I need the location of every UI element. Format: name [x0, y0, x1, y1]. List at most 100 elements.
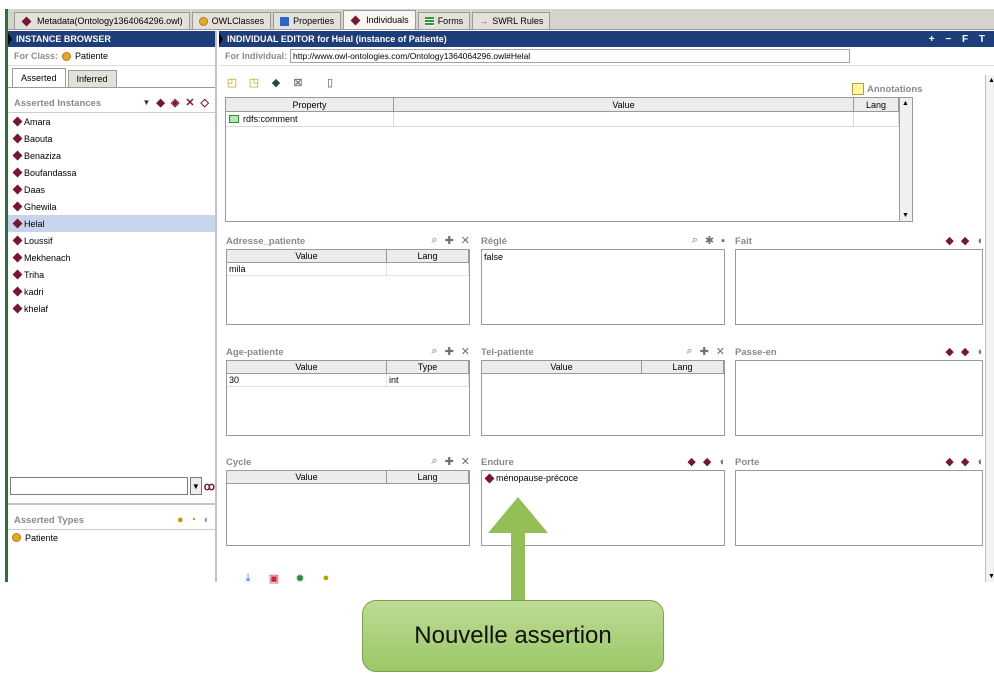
widget-table[interactable]: Value Lang mila	[226, 249, 470, 325]
list-item[interactable]: Amara	[8, 113, 215, 130]
list-item[interactable]: Daas	[8, 181, 215, 198]
remove-instance-icon[interactable]: ◖	[976, 346, 983, 358]
remove-icon[interactable]: ✕	[461, 234, 470, 247]
tab-forms[interactable]: Forms	[417, 12, 471, 29]
annotation-lang-cell[interactable]	[854, 112, 899, 126]
list-item[interactable]: kadri	[8, 283, 215, 300]
remove-icon[interactable]: ✕	[461, 455, 470, 468]
list-item[interactable]: Patiente	[8, 530, 215, 545]
search-icon[interactable]: ⌕	[692, 234, 698, 247]
import-icon[interactable]: ⤓	[241, 571, 255, 585]
remove-icon[interactable]: ✕	[716, 345, 725, 358]
widget-title: Passe-en	[735, 347, 777, 358]
tab-swrl-rules[interactable]: → SWRL Rules	[472, 12, 551, 29]
tab-individuals[interactable]: Individuals	[343, 10, 416, 29]
edit-resource-icon[interactable]: ◳	[247, 75, 261, 89]
search-icon[interactable]: ⌕	[431, 345, 437, 358]
tab-owlclasses[interactable]: OWLClasses	[191, 12, 272, 29]
copy-instance-icon[interactable]: ◈	[171, 96, 179, 109]
scroll-up-icon[interactable]: ▲	[986, 75, 994, 86]
annotations-scrollbar[interactable]: ▲ ▼	[899, 98, 912, 221]
create-instance-icon[interactable]: ◆	[945, 234, 953, 247]
delete-instance-icon[interactable]: ✕	[185, 96, 194, 109]
annotation-property: rdfs:comment	[243, 114, 298, 124]
widget-table[interactable]: Value Lang	[481, 360, 725, 436]
table-row[interactable]: rdfs:comment	[226, 112, 912, 127]
tab-metadata[interactable]: Metadata(Ontology1364064296.owl)	[14, 12, 190, 29]
filter-dropdown-icon[interactable]: ▼	[189, 477, 202, 495]
list-item[interactable]: Boufandassa	[8, 164, 215, 181]
widget-table[interactable]: Value Lang	[226, 470, 470, 546]
remove-icon[interactable]: ✕	[461, 345, 470, 358]
list-item[interactable]: Mekhenach	[8, 249, 215, 266]
widget-list[interactable]	[735, 470, 983, 546]
add-instance-icon[interactable]: ◆	[961, 345, 969, 358]
remove-type-icon[interactable]: ◖	[202, 514, 209, 526]
tab-inferred[interactable]: Inferred	[67, 70, 117, 87]
scroll-up-icon[interactable]: ▲	[900, 98, 911, 109]
list-item[interactable]: Triha	[8, 266, 215, 283]
add-icon[interactable]: ✚	[445, 234, 454, 247]
remove-icon[interactable]: ▪	[721, 235, 725, 247]
list-item[interactable]: Loussif	[8, 232, 215, 249]
add-icon[interactable]: ✚	[445, 455, 454, 468]
widget-list[interactable]	[735, 360, 983, 436]
remove-instance-icon[interactable]: ◖	[976, 235, 983, 247]
widget-text-area[interactable]: false	[481, 249, 725, 325]
delete-value-icon[interactable]: ⊠	[291, 75, 305, 89]
close-icon[interactable]: ✱	[705, 234, 714, 247]
individual-url-field[interactable]: http://www.owl-ontologies.com/Ontology13…	[290, 49, 850, 63]
class-edit-icon[interactable]: ●	[319, 571, 333, 585]
list-item[interactable]: Baouta	[8, 130, 215, 147]
widget-table[interactable]: Value Type 30 int	[226, 360, 470, 436]
instance-filter-input[interactable]	[10, 477, 188, 495]
create-instance-icon[interactable]: ◆	[687, 455, 695, 468]
remove-instance-icon[interactable]: ◖	[976, 456, 983, 468]
list-item[interactable]: khelaf	[8, 300, 215, 317]
settings-icon[interactable]: ✹	[293, 571, 307, 585]
add-instance-icon[interactable]: ◆	[961, 234, 969, 247]
instance-list: Amara Baouta Benaziza Boufandassa Daas G…	[8, 112, 215, 438]
search-icon[interactable]: ⌕	[431, 455, 437, 468]
dropdown-icon[interactable]: ▼	[142, 98, 150, 107]
scroll-down-icon[interactable]: ▼	[986, 571, 994, 582]
create-instance-icon[interactable]: ◆	[945, 455, 953, 468]
layout-icon[interactable]: ▯	[323, 75, 337, 89]
table-row[interactable]: 30 int	[227, 374, 469, 387]
search-icon[interactable]: ⌕	[431, 234, 437, 247]
window-controls[interactable]: + − F T	[929, 34, 989, 45]
binoculars-icon[interactable]: ꝏ	[204, 480, 215, 493]
column-header: Property	[226, 98, 394, 111]
column-header: Value	[394, 98, 854, 111]
new-resource-icon[interactable]: ◰	[225, 75, 239, 89]
search-icon[interactable]: ⌕	[686, 345, 692, 358]
list-item[interactable]: Ghewila	[8, 198, 215, 215]
edit-instance-icon[interactable]: ◇	[201, 96, 209, 109]
scroll-down-icon[interactable]: ▼	[900, 210, 911, 221]
create-instance-icon[interactable]: ◆	[945, 345, 953, 358]
add-instance-icon[interactable]: ◆	[703, 455, 711, 468]
add-icon[interactable]: ✚	[700, 345, 709, 358]
editor-scrollbar[interactable]: ▲ ▼	[985, 75, 994, 582]
forms-icon	[424, 16, 434, 26]
list-item[interactable]: Benaziza	[8, 147, 215, 164]
list-item-selected[interactable]: Helal	[8, 215, 215, 232]
add-value-icon[interactable]: ◆	[269, 75, 283, 89]
types-list: Patiente	[8, 529, 215, 584]
widget-list[interactable]	[735, 249, 983, 325]
tab-properties[interactable]: Properties	[273, 12, 342, 29]
asserted-inferred-tabs: Asserted Inferred	[8, 66, 215, 88]
annotation-value-cell[interactable]	[394, 112, 854, 126]
create-instance-icon[interactable]: ◆	[156, 96, 164, 109]
export-icon[interactable]: ▣	[267, 571, 281, 585]
instance-label: Daas	[24, 184, 46, 195]
table-row[interactable]: mila	[227, 263, 469, 276]
add-instance-icon[interactable]: ◆	[961, 455, 969, 468]
add-icon[interactable]: ✚	[445, 345, 454, 358]
widget-title: Adresse_patiente	[226, 236, 306, 247]
add-type-icon[interactable]: ●	[177, 514, 184, 526]
list-item[interactable]: ménopause-précoce	[482, 471, 724, 485]
create-type-icon[interactable]: ◔	[190, 514, 197, 526]
tab-asserted[interactable]: Asserted	[12, 68, 66, 87]
remove-instance-icon[interactable]: ◖	[718, 456, 725, 468]
